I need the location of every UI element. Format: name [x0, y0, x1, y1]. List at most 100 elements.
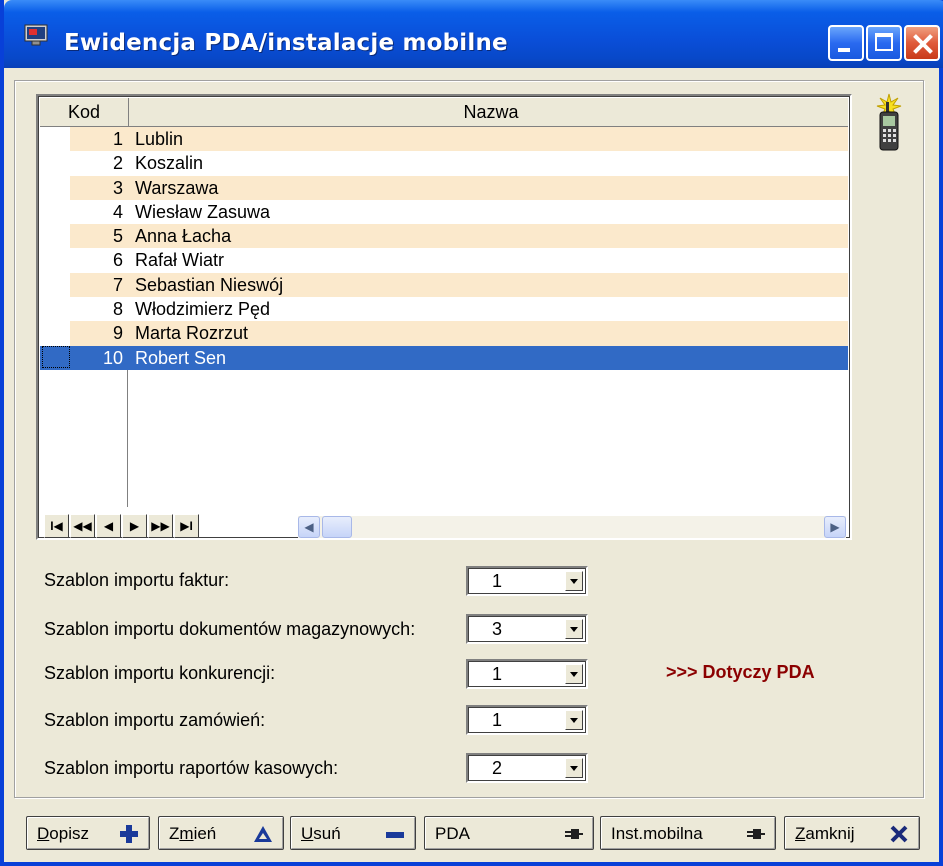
- usun-button[interactable]: Usuń: [290, 816, 416, 850]
- column-header-nazwa[interactable]: Nazwa: [129, 98, 853, 126]
- inst-mobilna-button[interactable]: Inst.mobilna: [600, 816, 776, 850]
- cell-nazwa: Sebastian Nieswój: [135, 274, 284, 295]
- select-import-raportow[interactable]: 2: [466, 753, 588, 783]
- select-value: 1: [492, 710, 503, 730]
- grid-header: Kod Nazwa: [40, 98, 848, 127]
- cell-kod: 9: [112, 323, 123, 344]
- select-value: 1: [492, 664, 503, 684]
- label-import-dok-mag: Szablon importu dokumentów magazynowych:: [44, 619, 416, 639]
- nav-last-button[interactable]: ▶I: [174, 514, 199, 538]
- cell-kod: 5: [112, 226, 123, 247]
- select-import-konkurencji[interactable]: 1: [466, 659, 588, 689]
- hotkey-letter: Z: [795, 824, 806, 843]
- table-row[interactable]: 8 Włodzimierz Pęd: [40, 297, 848, 322]
- triangle-icon: [254, 826, 272, 842]
- button-label: Zamknij: [795, 824, 855, 844]
- hotkey-letter: m: [179, 824, 194, 843]
- nav-first-button[interactable]: I◀: [44, 514, 69, 538]
- dropdown-arrow-icon[interactable]: [565, 619, 583, 639]
- scroll-left-icon[interactable]: ◀: [298, 516, 320, 538]
- cell-nazwa: Lublin: [135, 129, 184, 149]
- button-label: Usuń: [301, 824, 341, 844]
- cell-kod: 4: [112, 201, 123, 222]
- table-row[interactable]: 10 Robert Sen: [40, 345, 848, 370]
- pda-device-icon[interactable]: [874, 92, 904, 154]
- close-window-button[interactable]: [904, 25, 940, 61]
- close-x-icon: [890, 825, 908, 843]
- nav-next-page-button[interactable]: ▶▶: [148, 514, 173, 538]
- table-row[interactable]: 2 Koszalin: [40, 151, 848, 176]
- horizontal-scrollbar[interactable]: ◀ ▶: [298, 516, 846, 538]
- cell-kod: 3: [112, 177, 123, 198]
- label-rest: opisz: [49, 824, 89, 843]
- scroll-right-icon[interactable]: ▶: [824, 516, 846, 538]
- label-pre: Z: [169, 824, 180, 843]
- pda-note: >>> Dotyczy PDA: [666, 662, 815, 682]
- hotkey-letter: U: [301, 824, 314, 843]
- maximize-button[interactable]: [866, 25, 902, 61]
- minimize-button[interactable]: [828, 25, 864, 61]
- label-import-zamowien: Szablon importu zamówień:: [44, 710, 266, 730]
- select-value: 3: [492, 619, 503, 639]
- label-rest: suń: [313, 824, 341, 843]
- table-row[interactable]: 6 Rafał Wiatr: [40, 248, 848, 273]
- select-value: 1: [492, 571, 503, 591]
- cell-nazwa: Robert Sen: [135, 347, 227, 368]
- select-import-faktur[interactable]: 1: [466, 566, 588, 596]
- plug-icon: [565, 829, 583, 839]
- cell-kod: 7: [112, 274, 123, 295]
- cell-nazwa: Rafał Wiatr: [135, 250, 225, 271]
- nav-prev-button[interactable]: ◀: [96, 514, 121, 538]
- label-import-konkurencji: Szablon importu konkurencji:: [44, 663, 276, 683]
- button-label: PDA: [435, 824, 470, 843]
- title-bar[interactable]: Ewidencja PDA/instalacje mobilne: [4, 0, 943, 68]
- pda-button[interactable]: PDA: [424, 816, 594, 850]
- button-label: Inst.mobilna: [611, 824, 703, 843]
- cell-nazwa: Warszawa: [135, 177, 219, 198]
- monitor-icon: [24, 24, 48, 46]
- label-import-faktur: Szablon importu faktur:: [44, 570, 230, 590]
- cell-kod: 6: [112, 250, 123, 271]
- grid-rows: 1 Lublin 2 Koszalin 3 Warszawa 4 Wiesław Zasuwa…: [40, 127, 848, 370]
- cell-kod: 2: [112, 153, 123, 174]
- zamknij-button[interactable]: Zamknij: [784, 816, 920, 850]
- cell-nazwa: Koszalin: [135, 153, 204, 174]
- cell-nazwa: Anna Łacha: [135, 226, 232, 247]
- hotkey-letter: D: [37, 824, 50, 843]
- window-title: Ewidencja PDA/instalacje mobilne: [64, 30, 508, 56]
- minus-icon: [386, 832, 404, 838]
- table-row[interactable]: 9 Marta Rozrzut: [40, 321, 848, 346]
- pda-grid[interactable]: Kod Nazwa 1 Lublin 2 Koszalin 3 Warszawa 4 Wies…: [36, 94, 852, 540]
- column-header-kod[interactable]: Kod: [40, 98, 129, 126]
- dropdown-arrow-icon[interactable]: [565, 710, 583, 730]
- row-focus-indicator: [42, 346, 70, 368]
- scroll-thumb[interactable]: [322, 516, 352, 538]
- nav-prev-page-button[interactable]: ◀◀: [70, 514, 95, 538]
- dropdown-arrow-icon[interactable]: [565, 571, 583, 591]
- table-row[interactable]: 4 Wiesław Zasuwa: [40, 199, 848, 225]
- dropdown-arrow-icon[interactable]: [565, 758, 583, 778]
- dopisz-button[interactable]: Dopisz: [26, 816, 150, 850]
- cell-nazwa: Marta Rozrzut: [135, 323, 249, 344]
- cell-kod: 1: [112, 129, 123, 149]
- label-import-raportow: Szablon importu raportów kasowych:: [44, 758, 339, 778]
- cell-nazwa: Wiesław Zasuwa: [135, 201, 271, 222]
- table-row[interactable]: 1 Lublin: [40, 127, 848, 152]
- label-rest: ień: [193, 824, 217, 843]
- plug-icon: [747, 829, 765, 839]
- label-rest: amknij: [805, 824, 855, 843]
- button-label: Zmień: [169, 824, 216, 844]
- nav-next-button[interactable]: ▶: [122, 514, 147, 538]
- cell-kod: 8: [112, 299, 123, 320]
- select-import-dok-mag[interactable]: 3: [466, 614, 588, 644]
- select-import-zamowien[interactable]: 1: [466, 705, 588, 735]
- select-value: 2: [492, 758, 503, 778]
- table-row[interactable]: 7 Sebastian Nieswój: [40, 272, 848, 298]
- zmien-button[interactable]: Zmień: [158, 816, 284, 850]
- dropdown-arrow-icon[interactable]: [565, 664, 583, 684]
- table-row[interactable]: 5 Anna Łacha: [40, 224, 848, 249]
- table-row[interactable]: 3 Warszawa: [40, 175, 848, 200]
- cell-nazwa: Włodzimierz Pęd: [135, 299, 271, 320]
- button-label: Dopisz: [37, 824, 89, 844]
- plus-icon: [120, 825, 138, 843]
